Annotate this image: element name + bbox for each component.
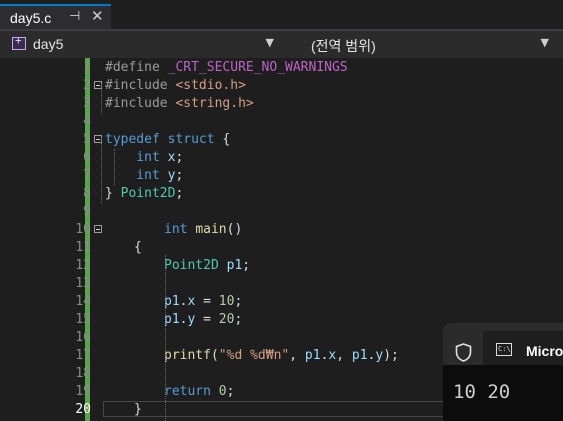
- code-line[interactable]: 13: [0, 275, 563, 293]
- close-icon[interactable]: ✕: [91, 7, 104, 25]
- code-line[interactable]: 14 p1.x = 10;: [0, 293, 563, 311]
- project-dropdown[interactable]: day5 ▼: [6, 33, 280, 55]
- code-line[interactable]: 7 int y;: [0, 167, 563, 185]
- code-line[interactable]: 5 typedef struct {: [0, 131, 563, 149]
- code-text[interactable]: } Point2D;: [105, 185, 183, 203]
- line-number: 13: [75, 276, 91, 291]
- code-line[interactable]: 3 #include <string.h>: [0, 95, 563, 113]
- document-tab-strip: day5.c ⊣ ✕: [0, 0, 563, 31]
- chevron-down-icon: ▼: [540, 36, 549, 49]
- code-text[interactable]: #define _CRT_SECURE_NO_WARNINGS: [105, 59, 348, 77]
- line-number: 20: [75, 402, 91, 417]
- tab-day5-c[interactable]: day5.c ⊣ ✕: [0, 4, 111, 31]
- chevron-down-icon: ▼: [265, 36, 274, 49]
- console-window[interactable]: C:\ Micro 10 20: [443, 323, 563, 421]
- line-number: 17: [75, 348, 91, 363]
- code-line[interactable]: 8 } Point2D;: [0, 185, 563, 203]
- line-number: 11: [75, 240, 91, 255]
- code-text[interactable]: }: [134, 401, 142, 419]
- code-line[interactable]: 9: [0, 203, 563, 221]
- shield-icon[interactable]: [455, 343, 472, 362]
- code-text[interactable]: p1.y = 20;: [164, 311, 242, 329]
- code-text[interactable]: #include <stdio.h>: [105, 77, 246, 95]
- console-tab[interactable]: C:\ Micro: [483, 331, 563, 365]
- line-number: 4: [83, 114, 91, 129]
- terminal-icon: C:\: [496, 343, 512, 356]
- line-number: 19: [75, 384, 91, 399]
- scope-label: (전역 범위): [311, 38, 376, 54]
- line-number: 16: [75, 330, 91, 345]
- console-tab-label: Micro: [526, 343, 563, 359]
- line-number: 6: [83, 150, 91, 165]
- line-number: 2: [83, 78, 91, 93]
- indent-guide: [165, 255, 166, 421]
- project-name: day5: [33, 36, 64, 52]
- code-line[interactable]: 4: [0, 113, 563, 131]
- code-text[interactable]: int main(): [164, 221, 242, 239]
- tab-title: day5.c: [10, 10, 52, 26]
- line-number: 9: [83, 204, 91, 219]
- collapse-icon[interactable]: [94, 225, 102, 233]
- line-number: 14: [75, 294, 91, 309]
- line-number: 18: [75, 366, 91, 381]
- code-line[interactable]: 11 {: [0, 239, 563, 257]
- console-output: 10 20: [453, 381, 511, 403]
- code-text[interactable]: #include <string.h>: [105, 95, 254, 113]
- code-text[interactable]: int x;: [105, 149, 183, 167]
- line-number: 8: [83, 186, 91, 201]
- c-file-icon: [12, 34, 26, 50]
- line-number: 15: [75, 312, 91, 327]
- code-line[interactable]: 12 Point2D p1;: [0, 257, 563, 275]
- line-number: 10: [75, 222, 91, 237]
- navigation-bar: day5 ▼ (전역 범위) ▼: [0, 31, 563, 58]
- scope-dropdown[interactable]: (전역 범위) ▼: [287, 33, 555, 55]
- code-line[interactable]: 2 #include <stdio.h>: [0, 77, 563, 95]
- code-line[interactable]: 6 int x;: [0, 149, 563, 167]
- code-line[interactable]: 1 #define _CRT_SECURE_NO_WARNINGS: [0, 59, 563, 77]
- indent-guide: [114, 149, 115, 185]
- line-number: 3: [83, 96, 91, 111]
- pin-icon[interactable]: ⊣: [69, 9, 80, 24]
- line-number: 12: [75, 258, 91, 273]
- code-text[interactable]: Point2D p1;: [164, 257, 250, 275]
- line-number: 7: [83, 168, 91, 183]
- code-line[interactable]: 10 int main(): [0, 221, 563, 239]
- indent-guide: [101, 84, 102, 114]
- code-text[interactable]: return 0;: [164, 383, 234, 401]
- code-text[interactable]: {: [134, 239, 142, 257]
- code-text[interactable]: typedef struct {: [105, 131, 230, 149]
- code-text[interactable]: printf("%d %d₩n", p1.x, p1.y);: [164, 347, 399, 365]
- console-title-bar: C:\ Micro: [443, 323, 563, 365]
- indent-guide: [101, 138, 102, 204]
- line-number: 1: [83, 60, 91, 75]
- code-text[interactable]: p1.x = 10;: [164, 293, 242, 311]
- code-text[interactable]: int y;: [105, 167, 183, 185]
- line-number: 5: [83, 132, 91, 147]
